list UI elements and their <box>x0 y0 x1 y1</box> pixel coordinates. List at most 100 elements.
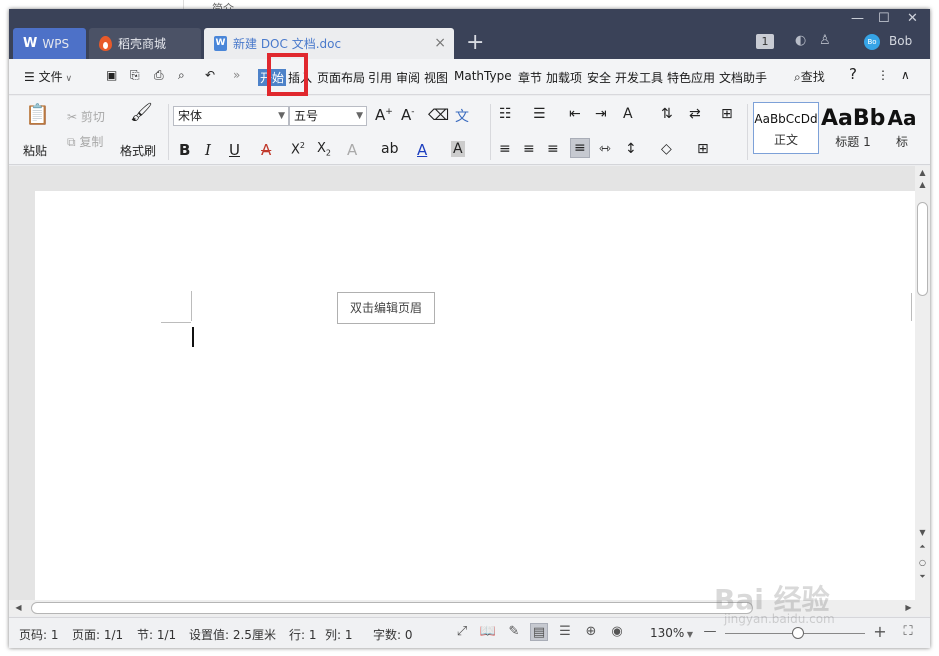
avatar[interactable]: Bo <box>864 34 880 50</box>
help-icon[interactable]: ? <box>849 65 857 83</box>
prev-page-icon[interactable]: ⏶ <box>915 542 930 552</box>
minimize-button[interactable]: — <box>851 11 864 26</box>
tab-mathtype[interactable]: MathType <box>454 69 512 83</box>
text-effect-icon[interactable]: A <box>347 141 357 159</box>
maximize-button[interactable]: ☐ <box>878 11 890 26</box>
paste-icon[interactable]: 📋 <box>25 102 50 126</box>
more-icon[interactable]: ⋮ <box>877 68 889 82</box>
font-color-icon[interactable]: A <box>417 141 427 159</box>
align-justify-icon[interactable]: ≡ <box>570 138 590 158</box>
tab-view[interactable]: 视图 <box>424 69 448 86</box>
web-view-icon[interactable]: ⊕ <box>582 623 600 641</box>
grow-font-icon[interactable]: A+ <box>375 106 393 124</box>
style-normal[interactable]: AaBbCcDd 正文 <box>753 102 819 154</box>
bullet-list-icon[interactable]: ☷ <box>499 106 512 122</box>
increase-indent-icon[interactable]: ⇥ <box>595 106 607 122</box>
status-section[interactable]: 节: 1/1 <box>137 626 176 643</box>
highlight-icon[interactable]: ab <box>381 141 398 157</box>
reading-mode-icon[interactable]: 📖 <box>479 623 497 641</box>
scroll-thumb[interactable] <box>31 602 753 614</box>
username[interactable]: Bob <box>889 34 912 48</box>
format-painter-button[interactable]: 格式刷 <box>120 142 156 159</box>
tab-security[interactable]: 安全 <box>587 69 611 86</box>
tab-current-document[interactable]: W 新建 DOC 文档.doc × <box>204 28 454 59</box>
print-icon[interactable]: ⎙ <box>154 68 164 83</box>
tab-developer[interactable]: 开发工具 <box>615 69 663 86</box>
print-preview-icon[interactable]: ⌕ <box>178 68 185 83</box>
eye-protect-icon[interactable]: ◉ <box>608 623 626 641</box>
edit-mode-icon[interactable]: ✎ <box>505 623 523 641</box>
font-size-select[interactable]: 五号 ▼ <box>289 106 367 126</box>
paste-button[interactable]: 粘贴 <box>23 142 47 159</box>
export-icon[interactable]: ⎘ <box>130 68 140 83</box>
zoom-out-icon[interactable]: — <box>701 623 719 641</box>
italic-button[interactable]: I <box>205 141 211 159</box>
style-heading-1[interactable]: AaBb 标题 1 <box>821 102 885 154</box>
tab-docer-store[interactable]: 稻壳商城 <box>89 28 201 59</box>
tab-chapter[interactable]: 章节 <box>518 69 542 86</box>
more-quick-icon[interactable]: » <box>233 68 240 82</box>
copy-button[interactable]: ⧉ 复制 <box>67 133 103 150</box>
close-tab-icon[interactable]: × <box>434 35 446 51</box>
font-name-select[interactable]: 宋体 ▼ <box>173 106 289 126</box>
status-words[interactable]: 字数: 0 <box>373 626 413 643</box>
char-shading-icon[interactable]: A <box>451 141 465 157</box>
bold-button[interactable]: B <box>179 141 190 159</box>
document-page[interactable] <box>35 191 915 611</box>
table-icon[interactable]: ⊞ <box>721 106 733 122</box>
superscript-icon[interactable]: X2 <box>291 141 305 157</box>
scroll-left-icon[interactable]: ◀ <box>11 603 26 612</box>
zoom-in-icon[interactable]: + <box>871 623 889 641</box>
fit-window-icon[interactable]: ⛶ <box>899 623 917 641</box>
scroll-down-icon[interactable]: ▼ <box>915 528 930 537</box>
status-pages[interactable]: 页面: 1/1 <box>72 626 123 643</box>
phonetic-guide-icon[interactable]: 文 <box>455 106 469 126</box>
chinese-layout-icon[interactable]: A <box>623 106 633 122</box>
status-page-num[interactable]: 页码: 1 <box>19 626 59 643</box>
shirt-icon[interactable]: ♙ <box>819 33 831 48</box>
fullscreen-icon[interactable]: ⤢ <box>453 623 471 641</box>
zoom-slider-thumb[interactable] <box>792 627 804 639</box>
scroll-up-icon[interactable]: ▲ <box>915 180 930 189</box>
vertical-scrollbar[interactable]: ▲ ▲ ▼ ⏶ ○ ⏷ <box>915 166 930 600</box>
collapse-ribbon-icon[interactable]: ∧ <box>901 68 910 82</box>
tab-page-layout[interactable]: 页面布局 <box>317 69 365 86</box>
strikethrough-icon[interactable]: A <box>261 141 271 159</box>
style-heading-2[interactable]: Aa 标 <box>887 102 917 154</box>
borders-icon[interactable]: ⊞ <box>697 141 709 157</box>
window-count-badge[interactable]: 1 <box>756 34 774 49</box>
align-center-icon[interactable]: ≡ <box>523 141 535 157</box>
decrease-indent-icon[interactable]: ⇤ <box>569 106 581 122</box>
align-left-icon[interactable]: ≡ <box>499 141 511 157</box>
status-setting[interactable]: 设置值: 2.5厘米 <box>189 626 276 643</box>
shading-icon[interactable]: ◇ <box>661 141 672 157</box>
underline-button[interactable]: U <box>229 141 240 159</box>
shrink-font-icon[interactable]: A- <box>401 106 415 124</box>
status-col[interactable]: 列: 1 <box>325 626 353 643</box>
file-menu-button[interactable]: ☰ 文件 ∨ <box>24 68 72 85</box>
subscript-icon[interactable]: X2 <box>317 141 331 158</box>
tab-features[interactable]: 特色应用 <box>667 69 715 86</box>
tab-references[interactable]: 引用 <box>368 69 392 86</box>
undo-icon[interactable]: ↶ <box>205 68 215 82</box>
close-window-button[interactable]: ✕ <box>907 11 918 26</box>
cut-button[interactable]: ✂ 剪切 <box>67 108 105 125</box>
search-button[interactable]: ⌕查找 <box>794 68 825 85</box>
outline-view-icon[interactable]: ☰ <box>556 623 574 641</box>
new-tab-button[interactable]: + <box>466 30 484 55</box>
scroll-right-icon[interactable]: ▶ <box>901 603 916 612</box>
status-row[interactable]: 行: 1 <box>289 626 317 643</box>
scroll-up-icon[interactable]: ▲ <box>915 168 930 177</box>
sort-icon[interactable]: ⇅ <box>661 106 673 122</box>
tab-addins[interactable]: 加载项 <box>546 69 582 86</box>
tab-wps-home[interactable]: W WPS <box>13 28 86 59</box>
save-icon[interactable]: ▣ <box>106 68 117 82</box>
tab-doc-assistant[interactable]: 文档助手 <box>719 69 767 86</box>
next-page-icon[interactable]: ⏷ <box>915 572 930 582</box>
align-right-icon[interactable]: ≡ <box>547 141 559 157</box>
distribute-icon[interactable]: ⇿ <box>599 141 611 157</box>
scroll-thumb[interactable] <box>917 202 928 296</box>
tab-review[interactable]: 审阅 <box>396 69 420 86</box>
skin-icon[interactable]: ◐ <box>795 33 806 48</box>
clear-format-icon[interactable]: ⌫ <box>428 106 449 124</box>
